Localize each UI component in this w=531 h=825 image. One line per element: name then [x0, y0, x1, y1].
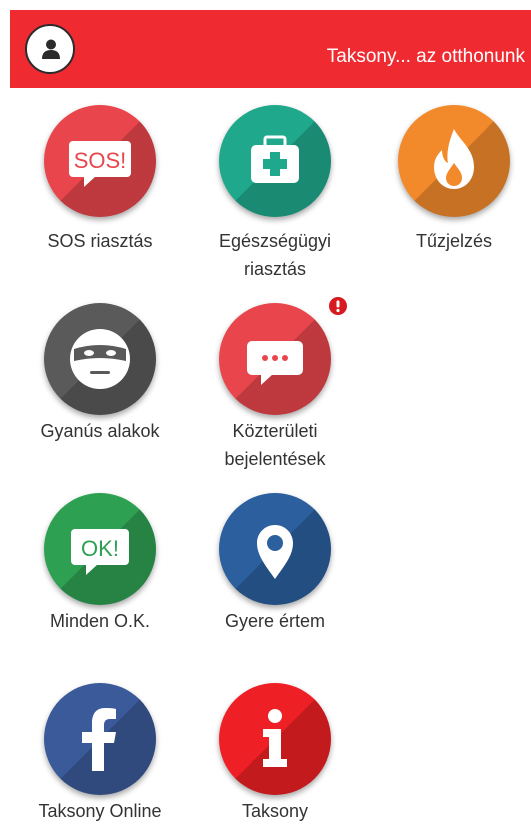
tile-come-get-me[interactable]: Gyere értem: [200, 493, 350, 643]
tile-label: Taksony: [241, 801, 309, 821]
user-avatar-button[interactable]: [25, 24, 75, 74]
alert-badge-icon: [336, 300, 340, 313]
info-icon: [263, 709, 287, 767]
tile-label: Minden O.K.: [49, 611, 151, 631]
tile-public-reports[interactable]: Közterületi bejelentések: [200, 295, 350, 483]
svg-text:OK!: OK!: [81, 536, 119, 561]
app-title: Taksony... az otthonunk: [326, 46, 525, 67]
tile-sos-alert[interactable]: SOS! SOS riasztás: [25, 105, 175, 255]
all-ok-button[interactable]: OK!: [44, 493, 156, 605]
taksony-online-button[interactable]: [44, 683, 156, 795]
first-aid-kit-icon: [251, 135, 299, 183]
tile-label: Taksony Online: [38, 801, 162, 821]
sos-alert-button[interactable]: SOS!: [44, 105, 156, 217]
svg-text:SOS!: SOS!: [74, 148, 127, 173]
come-get-me-button[interactable]: [219, 493, 331, 605]
tile-taksony-info[interactable]: Taksony: [200, 683, 350, 825]
facebook-icon: [82, 708, 116, 771]
tile-health-alert[interactable]: Egészségügyi riasztás: [200, 105, 350, 285]
fire-alarm-button[interactable]: [398, 105, 510, 217]
ok-speech-bubble-icon: OK!: [71, 529, 129, 575]
tile-label: SOS riasztás: [47, 231, 153, 251]
masked-face-icon: [70, 329, 130, 389]
notification-badge: [327, 295, 349, 317]
tile-taksony-online[interactable]: Taksony Online: [25, 683, 175, 825]
tile-label: Egészségügyi riasztás: [218, 231, 332, 279]
taksony-info-button[interactable]: [219, 683, 331, 795]
tile-label: Gyere értem: [224, 611, 326, 631]
tile-fire-alarm[interactable]: Tűzjelzés: [379, 105, 529, 255]
fire-icon: [434, 129, 474, 189]
tile-all-ok[interactable]: OK! Minden O.K.: [25, 493, 175, 643]
tile-label: Tűzjelzés: [415, 231, 493, 251]
chat-bubble-icon: [247, 341, 303, 385]
tile-label: Közterületi bejelentések: [224, 421, 326, 469]
sos-speech-bubble-icon: SOS!: [69, 141, 131, 187]
map-pin-icon: [257, 525, 293, 579]
tile-suspicious-persons[interactable]: Gyanús alakok: [25, 303, 175, 453]
public-reports-button[interactable]: [219, 303, 331, 415]
health-alert-button[interactable]: [219, 105, 331, 217]
app-header: Taksony... az otthonunk: [10, 10, 531, 88]
user-icon: [42, 39, 60, 59]
suspicious-persons-button[interactable]: [44, 303, 156, 415]
tile-label: Gyanús alakok: [40, 421, 160, 441]
